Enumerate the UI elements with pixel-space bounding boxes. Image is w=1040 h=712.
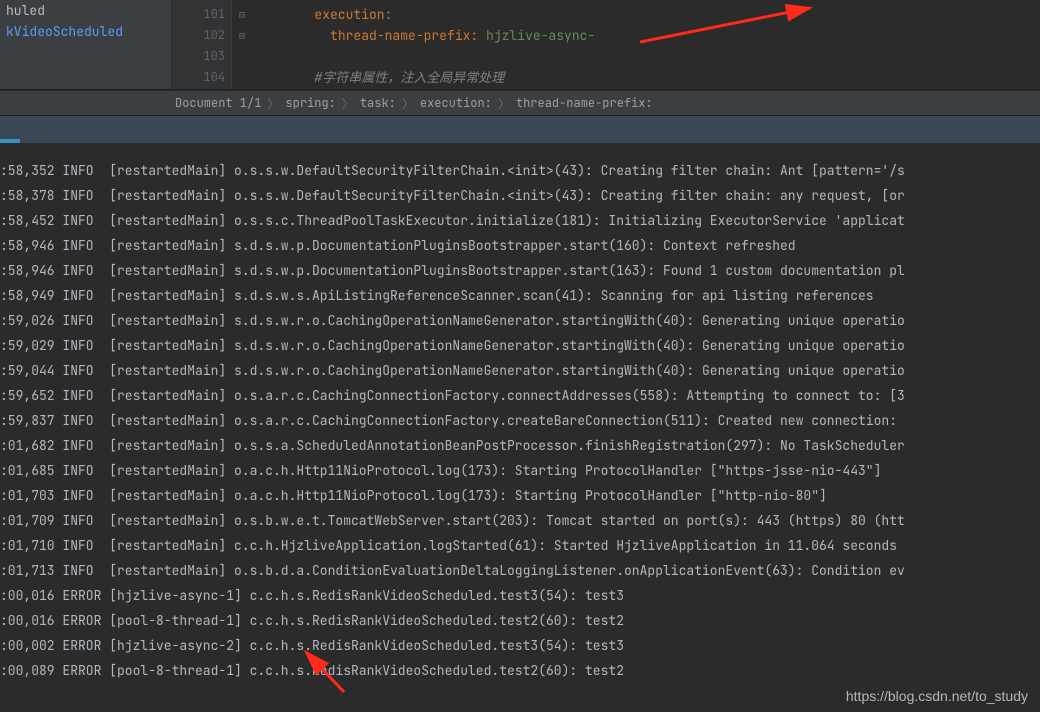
chevron-right-icon: 〉	[498, 95, 510, 112]
breadcrumb[interactable]: Document 1/1〉spring:〉task:〉execution:〉th…	[0, 90, 1040, 116]
log-line[interactable]: :59,026 INFO [restartedMain] s.d.s.w.r.o…	[0, 308, 1040, 333]
breadcrumb-item[interactable]: Document 1/1〉	[175, 95, 285, 112]
code-line[interactable]	[252, 46, 1040, 67]
log-line[interactable]: :58,946 INFO [restartedMain] s.d.s.w.p.D…	[0, 233, 1040, 258]
log-line[interactable]: :01,685 INFO [restartedMain] o.a.c.h.Htt…	[0, 458, 1040, 483]
log-line[interactable]: :59,029 INFO [restartedMain] s.d.s.w.r.o…	[0, 333, 1040, 358]
breadcrumb-item[interactable]: spring:〉	[285, 95, 359, 112]
log-line[interactable]: :01,710 INFO [restartedMain] c.c.h.Hjzli…	[0, 533, 1040, 558]
fold-marker[interactable]: ⊟	[232, 25, 252, 46]
log-line[interactable]: :00,089 ERROR [pool-8-thread-1] c.c.h.s.…	[0, 658, 1040, 683]
tree-item[interactable]: huled	[0, 0, 171, 21]
console-output[interactable]: :58,352 INFO [restartedMain] o.s.s.w.Def…	[0, 144, 1040, 712]
code-editor[interactable]: 101102103104 ⊟⊟ execution: thread-name-p…	[172, 0, 1040, 89]
editor-area: huledkVideoScheduled 101102103104 ⊟⊟ exe…	[0, 0, 1040, 90]
breadcrumb-item[interactable]: thread-name-prefix:	[516, 95, 653, 111]
log-line[interactable]: :01,709 INFO [restartedMain] o.s.b.w.e.t…	[0, 508, 1040, 533]
fold-column: ⊟⊟	[232, 0, 252, 89]
project-tree[interactable]: huledkVideoScheduled	[0, 0, 172, 89]
code-line[interactable]: #字符串属性，注入全局异常处理	[252, 67, 1040, 88]
code-line[interactable]: thread-name-prefix: hjzlive-async-	[252, 25, 1040, 46]
log-line[interactable]: :58,452 INFO [restartedMain] o.s.s.c.Thr…	[0, 208, 1040, 233]
line-number: 102	[172, 25, 225, 46]
log-line[interactable]: :59,837 INFO [restartedMain] o.s.a.r.c.C…	[0, 408, 1040, 433]
breadcrumb-item[interactable]: execution:〉	[420, 95, 516, 112]
tree-item[interactable]: kVideoScheduled	[0, 21, 171, 42]
log-line[interactable]: :59,652 INFO [restartedMain] o.s.a.r.c.C…	[0, 383, 1040, 408]
code-body[interactable]: execution: thread-name-prefix: hjzlive-a…	[252, 0, 1040, 89]
line-number: 101	[172, 4, 225, 25]
log-line[interactable]: :00,002 ERROR [hjzlive-async-2] c.c.h.s.…	[0, 633, 1040, 658]
log-line[interactable]: :58,352 INFO [restartedMain] o.s.s.w.Def…	[0, 158, 1040, 183]
chevron-right-icon: 〉	[402, 95, 414, 112]
tool-window-header[interactable]	[0, 116, 1040, 144]
chevron-right-icon: 〉	[342, 95, 354, 112]
log-line[interactable]: :58,378 INFO [restartedMain] o.s.s.w.Def…	[0, 183, 1040, 208]
line-number: 103	[172, 46, 225, 67]
log-line[interactable]: :58,949 INFO [restartedMain] s.d.s.w.s.A…	[0, 283, 1040, 308]
log-line[interactable]: :01,703 INFO [restartedMain] o.a.c.h.Htt…	[0, 483, 1040, 508]
active-tab-indicator	[0, 139, 20, 143]
fold-marker[interactable]	[232, 46, 252, 67]
line-gutter: 101102103104	[172, 0, 232, 89]
log-line[interactable]: :58,946 INFO [restartedMain] s.d.s.w.p.D…	[0, 258, 1040, 283]
breadcrumb-item[interactable]: task:〉	[360, 95, 420, 112]
fold-marker[interactable]	[232, 67, 252, 88]
log-line[interactable]: :00,016 ERROR [pool-8-thread-1] c.c.h.s.…	[0, 608, 1040, 633]
fold-marker[interactable]: ⊟	[232, 4, 252, 25]
code-line[interactable]: execution:	[252, 4, 1040, 25]
chevron-right-icon: 〉	[267, 95, 279, 112]
log-line[interactable]: :01,682 INFO [restartedMain] o.s.s.a.Sch…	[0, 433, 1040, 458]
log-line[interactable]: :00,016 ERROR [hjzlive-async-1] c.c.h.s.…	[0, 583, 1040, 608]
log-line[interactable]: :01,713 INFO [restartedMain] o.s.b.d.a.C…	[0, 558, 1040, 583]
line-number: 104	[172, 67, 225, 88]
log-line[interactable]: :59,044 INFO [restartedMain] s.d.s.w.r.o…	[0, 358, 1040, 383]
